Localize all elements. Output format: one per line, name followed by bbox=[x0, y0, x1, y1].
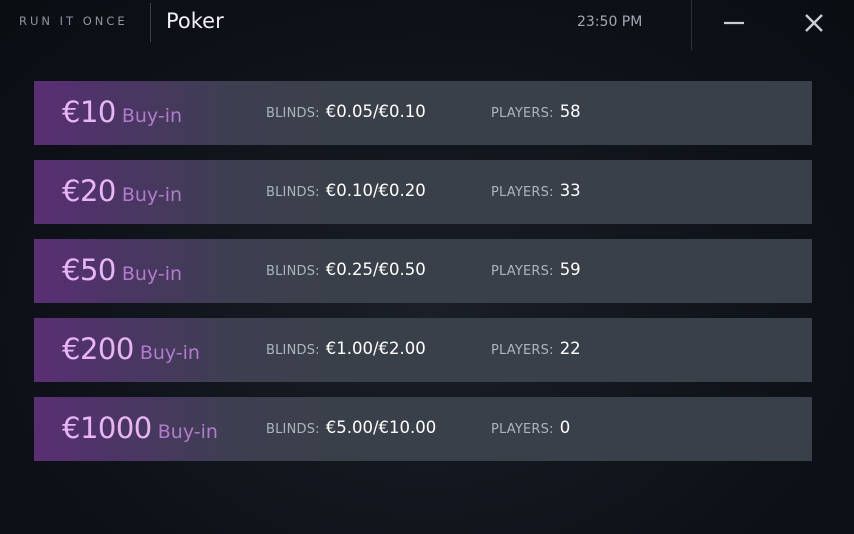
table-row[interactable]: €1000 Buy-in BLINDS: €5.00/€10.00 PLAYERS:… bbox=[34, 397, 812, 461]
blinds: BLINDS: €5.00/€10.00 bbox=[266, 418, 436, 437]
players-count: 33 bbox=[559, 181, 581, 200]
brand-logo: RUN IT ONCE bbox=[19, 14, 128, 28]
players: PLAYERS: 59 bbox=[491, 260, 581, 279]
minimize-icon bbox=[724, 21, 744, 25]
minimize-button[interactable] bbox=[716, 5, 752, 41]
buyin-amount: €10 Buy-in bbox=[62, 95, 182, 129]
blinds-label: BLINDS: bbox=[266, 422, 320, 437]
buyin-amount: €50 Buy-in bbox=[62, 253, 182, 287]
blinds-label: BLINDS: bbox=[266, 106, 320, 121]
blinds: BLINDS: €0.10/€0.20 bbox=[266, 181, 426, 200]
close-icon bbox=[805, 14, 823, 32]
players-label: PLAYERS: bbox=[491, 106, 554, 121]
players: PLAYERS: 58 bbox=[491, 102, 581, 121]
players-label: PLAYERS: bbox=[491, 264, 554, 279]
app-title: Poker bbox=[166, 9, 224, 33]
blinds: BLINDS: €1.00/€2.00 bbox=[266, 339, 426, 358]
players: PLAYERS: 0 bbox=[491, 418, 570, 437]
players-label: PLAYERS: bbox=[491, 343, 554, 358]
blinds-label: BLINDS: bbox=[266, 264, 320, 279]
buyin-label: Buy-in bbox=[121, 184, 183, 206]
table-row[interactable]: €200 Buy-in BLINDS: €1.00/€2.00 PLAYERS: 22 bbox=[34, 318, 812, 382]
players-count: 59 bbox=[559, 260, 581, 279]
players-count: 22 bbox=[559, 339, 581, 358]
blinds-value: €0.10/€0.20 bbox=[325, 181, 426, 200]
blinds: BLINDS: €0.25/€0.50 bbox=[266, 260, 426, 279]
buyin-label: Buy-in bbox=[121, 263, 183, 285]
amount-value: €200 bbox=[62, 332, 134, 366]
amount-value: €10 bbox=[62, 95, 116, 129]
blinds: BLINDS: €0.05/€0.10 bbox=[266, 102, 426, 121]
table-row[interactable]: €20 Buy-in BLINDS: €0.10/€0.20 PLAYERS: 33 bbox=[34, 160, 812, 224]
title-divider bbox=[150, 3, 151, 42]
buyin-label: Buy-in bbox=[121, 105, 183, 127]
amount-value: €1000 bbox=[62, 411, 152, 445]
blinds-label: BLINDS: bbox=[266, 185, 320, 200]
buyin-amount: €1000 Buy-in bbox=[62, 411, 218, 445]
players-label: PLAYERS: bbox=[491, 422, 554, 437]
clock: 23:50 PM bbox=[577, 14, 643, 30]
amount-value: €50 bbox=[62, 253, 116, 287]
table-row[interactable]: €50 Buy-in BLINDS: €0.25/€0.50 PLAYERS: 59 bbox=[34, 239, 812, 303]
players-count: 0 bbox=[559, 418, 571, 437]
players: PLAYERS: 33 bbox=[491, 181, 581, 200]
players: PLAYERS: 22 bbox=[491, 339, 581, 358]
blinds-value: €0.25/€0.50 bbox=[325, 260, 426, 279]
buyin-amount: €200 Buy-in bbox=[62, 332, 200, 366]
blinds-label: BLINDS: bbox=[266, 343, 320, 358]
blinds-value: €5.00/€10.00 bbox=[325, 418, 437, 437]
buyin-label: Buy-in bbox=[157, 421, 218, 443]
players-label: PLAYERS: bbox=[491, 185, 554, 200]
table-list: €10 Buy-in BLINDS: €0.05/€0.10 PLAYERS: 58 … bbox=[34, 81, 812, 476]
title-bar: RUN IT ONCE Poker 23:50 PM bbox=[0, 0, 854, 50]
amount-value: €20 bbox=[62, 174, 116, 208]
close-button[interactable] bbox=[796, 5, 832, 41]
players-count: 58 bbox=[559, 102, 581, 121]
table-row[interactable]: €10 Buy-in BLINDS: €0.05/€0.10 PLAYERS: 58 bbox=[34, 81, 812, 145]
blinds-value: €1.00/€2.00 bbox=[325, 339, 426, 358]
buyin-amount: €20 Buy-in bbox=[62, 174, 182, 208]
controls-divider bbox=[691, 0, 692, 50]
blinds-value: €0.05/€0.10 bbox=[325, 102, 426, 121]
buyin-label: Buy-in bbox=[139, 342, 200, 364]
